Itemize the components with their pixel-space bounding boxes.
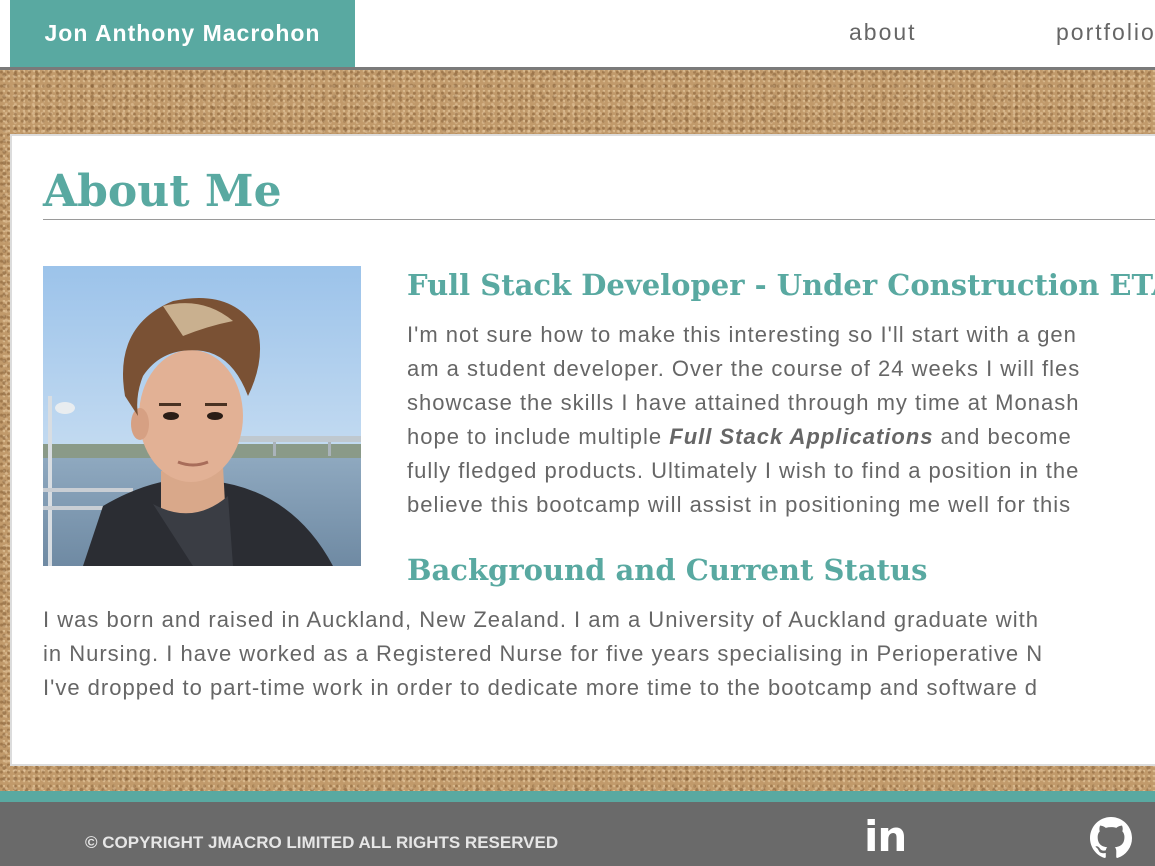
emphasis-text: Full Stack Applications bbox=[669, 424, 934, 449]
brand-logo[interactable]: Jon Anthony Macrohon bbox=[10, 0, 355, 67]
github-icon[interactable] bbox=[1090, 817, 1132, 859]
page-title: About Me bbox=[43, 166, 282, 217]
paragraph-line: hope to include multiple Full Stack Appl… bbox=[407, 420, 1072, 454]
section-heading-developer: Full Stack Developer - Under Constructio… bbox=[407, 268, 1155, 302]
top-navbar: Jon Anthony Macrohon about portfolio bbox=[0, 0, 1155, 70]
nav-link-portfolio[interactable]: portfolio bbox=[1056, 19, 1155, 46]
nav-link-about[interactable]: about bbox=[849, 19, 917, 46]
section-heading-background: Background and Current Status bbox=[407, 553, 928, 587]
paragraph-text: hope to include multiple bbox=[407, 424, 663, 449]
paragraph-line: I was born and raised in Auckland, New Z… bbox=[43, 607, 1039, 632]
title-divider bbox=[43, 219, 1155, 220]
paragraph-line: believe this bootcamp will assist in pos… bbox=[407, 492, 1072, 517]
footer: © COPYRIGHT JMACRO LIMITED ALL RIGHTS RE… bbox=[0, 802, 1155, 866]
about-card: About Me Full Stack Developer - Under Co… bbox=[10, 134, 1155, 766]
copyright-text: © COPYRIGHT JMACRO LIMITED ALL RIGHTS RE… bbox=[85, 833, 559, 852]
paragraph-text: and become bbox=[940, 424, 1072, 449]
paragraph-line: I've dropped to part-time work in order … bbox=[43, 675, 1038, 700]
paragraph-line: showcase the skills I have attained thro… bbox=[407, 390, 1080, 415]
paragraph-line: am a student developer. Over the course … bbox=[407, 356, 1081, 381]
paragraph-line: I'm not sure how to make this interestin… bbox=[407, 322, 1077, 347]
profile-photo bbox=[43, 266, 361, 566]
footer-accent-bar bbox=[0, 791, 1155, 802]
paragraph-line: in Nursing. I have worked as a Registere… bbox=[43, 641, 1044, 666]
paragraph-line: fully fledged products. Ultimately I wis… bbox=[407, 458, 1080, 483]
linkedin-icon[interactable]: in bbox=[864, 816, 907, 858]
